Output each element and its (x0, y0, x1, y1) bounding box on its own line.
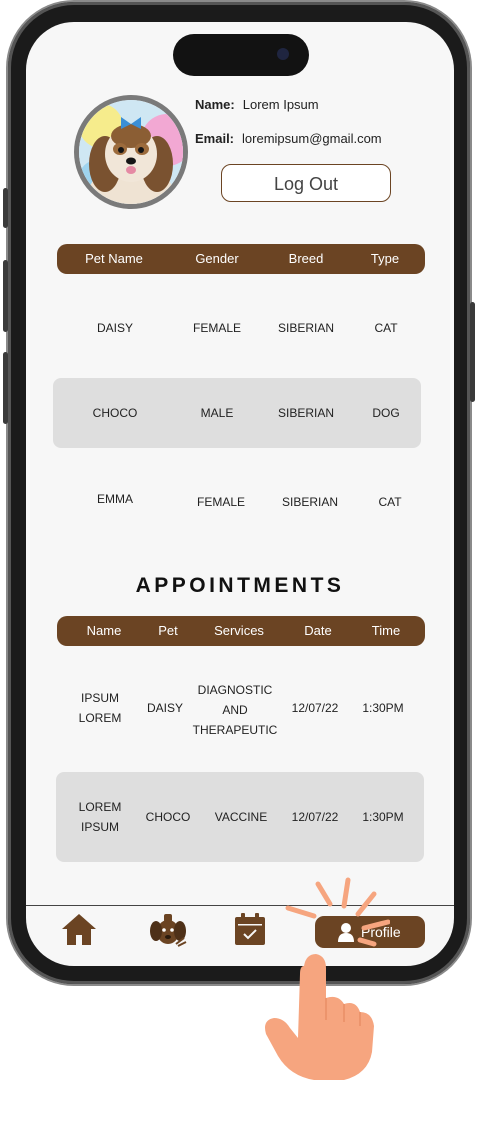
appointments-title: APPOINTMENTS (135, 574, 345, 597)
appointment-date-cell: 12/07/22 (291, 810, 339, 824)
name-line: LOREM (78, 711, 122, 725)
pet-gender-cell: MALE (200, 406, 234, 420)
appointment-name-cell: LOREM IPSUM (79, 797, 122, 837)
header-gender: Gender (195, 251, 239, 266)
appointments-table-header: Name Pet Services Date Time (57, 616, 425, 646)
pointing-hand-icon (265, 877, 391, 1080)
nav-home[interactable] (60, 912, 98, 946)
service-line: DIAGNOSTIC (197, 683, 273, 697)
appointment-date-cell: 12/07/22 (291, 701, 339, 715)
header-type: Type (370, 251, 400, 266)
service-line: AND (222, 703, 248, 717)
appointment-pet-cell: CHOCO (145, 810, 191, 824)
name-line: IPSUM (80, 691, 119, 705)
header-pet-name: Pet Name (85, 251, 143, 266)
dynamic-island (173, 34, 309, 76)
action-button (3, 188, 8, 228)
home-icon (62, 914, 96, 945)
name-label: Name: (195, 97, 235, 112)
pet-name-cell: DAISY (96, 321, 134, 335)
pet-row[interactable]: CHOCO MALE SIBERIAN DOG (53, 378, 421, 448)
pet-breed-cell: SIBERIAN (277, 321, 335, 335)
name-line: LOREM (78, 800, 122, 814)
tap-hand-illustration (240, 870, 391, 1095)
appointment-time-cell: 1:30PM (362, 810, 404, 824)
user-name-line: Name: Lorem Ipsum (195, 97, 319, 112)
header-time: Time (371, 623, 401, 638)
pet-type-cell: CAT (374, 321, 398, 335)
user-email-line: Email: loremipsum@gmail.com (195, 131, 382, 146)
pet-type-cell: DOG (372, 406, 400, 420)
appointment-row[interactable]: LOREM IPSUM CHOCO VACCINE 12/07/22 1:30P… (56, 772, 424, 862)
volume-up-button (3, 260, 8, 332)
service-line: THERAPEUTIC (192, 723, 278, 737)
email-value: loremipsum@gmail.com (242, 131, 382, 146)
pet-type-cell: CAT (378, 495, 402, 509)
mockup-stage: Name: Lorem Ipsum Email: loremipsum@gmail.… (0, 0, 480, 1132)
pet-name-cell: EMMA (97, 492, 133, 506)
appointment-row[interactable]: IPSUM LOREM DAISY DIAGNOSTIC AND THERAPE… (53, 680, 421, 740)
appointment-service-cell: VACCINE (214, 810, 268, 824)
pet-gender-cell: FEMALE (196, 495, 246, 509)
appointment-name-cell: IPSUM LOREM (79, 688, 122, 728)
pet-breed-cell: SIBERIAN (277, 406, 335, 420)
header-date: Date (304, 623, 332, 638)
name-line: IPSUM (80, 820, 119, 834)
dog-photo-icon (79, 100, 183, 204)
volume-down-button (3, 352, 8, 424)
pet-row[interactable]: EMMA FEMALE SIBERIAN CAT (53, 489, 421, 513)
appointment-pet-cell: DAISY (146, 701, 184, 715)
header-breed: Breed (288, 251, 324, 266)
pet-name-cell: CHOCO (92, 406, 138, 420)
pets-table-header: Pet Name Gender Breed Type (57, 244, 425, 274)
pet-icon (150, 914, 187, 947)
pet-breed-cell: SIBERIAN (281, 495, 339, 509)
power-button (470, 302, 475, 402)
avatar (74, 95, 188, 209)
logout-button[interactable]: Log Out (221, 164, 391, 202)
appointment-service-cell: DIAGNOSTIC AND THERAPEUTIC (193, 680, 278, 740)
email-label: Email: (195, 131, 235, 146)
header-pet: Pet (158, 623, 178, 638)
appointment-time-cell: 1:30PM (362, 701, 404, 715)
camera-icon (277, 48, 289, 60)
header-name: Name (86, 623, 122, 638)
pet-row[interactable]: DAISY FEMALE SIBERIAN CAT (53, 318, 421, 338)
name-value: Lorem Ipsum (242, 97, 319, 112)
header-services: Services (214, 623, 264, 638)
pet-gender-cell: FEMALE (192, 321, 242, 335)
nav-pets[interactable] (148, 912, 188, 948)
